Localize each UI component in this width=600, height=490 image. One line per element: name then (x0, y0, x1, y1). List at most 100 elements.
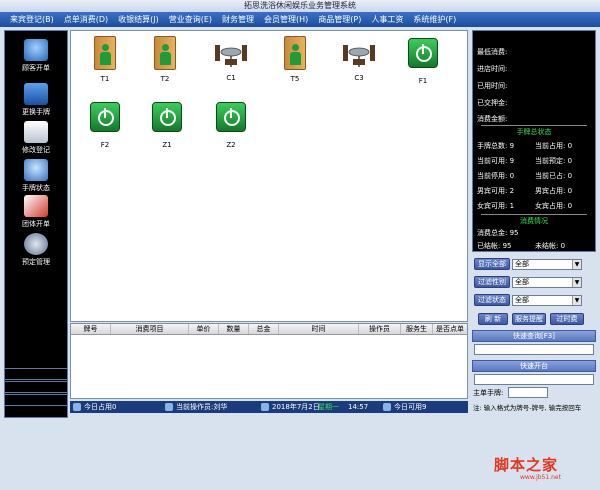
sidebar-label: 修改登记 (22, 146, 50, 154)
menu-bar: 来宾登记(B) 点单消费(D) 收银结算(J) 营业查询(E) 财务管理 会员管… (0, 12, 600, 27)
sidebar-edit-register[interactable]: 修改登记 (5, 121, 67, 155)
status-time: 14:57 (348, 403, 369, 411)
chevron-down-icon: ▼ (572, 296, 581, 305)
chevron-down-icon: ▼ (572, 278, 581, 287)
consume-total: 消费总金: 95 (477, 229, 519, 237)
watermark-logo: 脚本之家 (494, 456, 559, 474)
edit-register-icon (24, 121, 48, 143)
main-card-input[interactable] (508, 387, 548, 398)
menu-goods[interactable]: 商品管理(P) (314, 14, 365, 25)
show-all-select[interactable]: 全部 ▼ (512, 259, 582, 270)
used-time-label: 已用时间: (477, 82, 508, 90)
globe-icon (73, 403, 81, 411)
door-occupied-icon (154, 36, 176, 70)
consumption-grid[interactable]: 牌号 消费项目 单价 数量 总金 时间 操作员 服务生 是否点单 (70, 323, 468, 399)
reservation-icon (24, 233, 48, 255)
filter-gender-button[interactable]: 过滤性别 (474, 276, 510, 288)
tile-T5[interactable]: T5 (273, 35, 317, 91)
filter-status-button[interactable]: 过滤状态 (474, 294, 510, 306)
show-all-button[interactable]: 显示全部 (474, 258, 510, 270)
sidebar-slot-3 (4, 394, 68, 406)
tile-F1[interactable]: F1 (401, 35, 445, 91)
info-panel: 最低消费: 进店时间: 已用时间: 已交押金: 消费金额: 手牌总状态 手牌总数… (472, 30, 596, 252)
calendar-icon (261, 403, 269, 411)
col-ordered[interactable]: 是否点单 (433, 324, 467, 334)
status-today-used: 今日占用0 (70, 402, 162, 412)
menu-guest-register[interactable]: 来宾登记(B) (6, 14, 58, 25)
quick-open-input[interactable] (474, 374, 594, 385)
tile-label: Z1 (162, 141, 172, 149)
tile-T1[interactable]: T1 (83, 35, 127, 91)
gender-select[interactable]: 全部 ▼ (512, 277, 582, 288)
male-occupied: 男宾占用: 0 (535, 187, 573, 195)
user-icon (165, 403, 173, 411)
sidebar-slot-1 (4, 368, 68, 380)
refresh-button[interactable]: 刷 新 (478, 313, 508, 325)
card-disabled: 当前停用: 0 (477, 172, 515, 180)
menu-checkout[interactable]: 收银结算(J) (114, 14, 163, 25)
tile-F2[interactable]: F2 (83, 99, 127, 155)
card-total: 手牌总数: 9 (477, 142, 515, 150)
service-reminder-button[interactable]: 服务提醒 (512, 313, 546, 325)
input-hint: 注: 输入格式为牌号-牌号, 输完按回车 (473, 404, 582, 412)
menu-member[interactable]: 会员管理(H) (260, 14, 312, 25)
col-operator[interactable]: 操作员 (359, 324, 401, 334)
col-waiter[interactable]: 服务生 (401, 324, 433, 334)
tile-Z1[interactable]: Z1 (145, 99, 189, 155)
status-select[interactable]: 全部 ▼ (512, 295, 582, 306)
overtime-fee-button[interactable]: 过时费 (550, 313, 584, 325)
sidebar-card-swap[interactable]: 更换手牌 (5, 83, 67, 117)
menu-hr-salary[interactable]: 人事工资 (367, 14, 407, 25)
status-bar: 今日占用0 当前操作员:刘华 2018年7月2日 星期一 14:57 今日可用9 (70, 401, 468, 413)
card-taken: 当前已占: 0 (535, 172, 573, 180)
tile-label: C3 (354, 74, 364, 82)
menu-business-query[interactable]: 营业查询(E) (165, 14, 216, 25)
status-operator: 当前操作员:刘华 (162, 402, 258, 412)
home-icon (383, 403, 391, 411)
door-occupied-icon (284, 36, 306, 70)
tile-label: Z2 (226, 141, 236, 149)
consume-unsettled: 未结帐: 0 (535, 242, 566, 250)
card-reserved: 当前预定: 0 (535, 157, 573, 165)
sidebar-group-open[interactable]: 团体开单 (5, 195, 67, 229)
tile-label: C1 (226, 74, 236, 82)
sidebar-label: 团体开单 (22, 220, 50, 228)
col-qty[interactable]: 数量 (219, 324, 249, 334)
sidebar-guest-open[interactable]: 顾客开单 (5, 39, 67, 73)
quick-open-header: 快速开台 (472, 360, 596, 372)
table-chairs-icon (341, 35, 377, 71)
tile-T2[interactable]: T2 (143, 35, 187, 91)
male-available: 男宾可用: 2 (477, 187, 515, 195)
menu-finance[interactable]: 财务管理 (218, 14, 258, 25)
power-icon (408, 38, 438, 68)
tile-Z2[interactable]: Z2 (209, 99, 253, 155)
control-panel: 显示全部 全部 ▼ 过滤性别 全部 ▼ 过滤状态 全部 ▼ 刷 新 服务提醒 过时费 … (472, 254, 596, 414)
female-occupied: 女宾占用: 0 (535, 202, 573, 210)
status-weekday: 星期一 (318, 403, 339, 411)
status-today-available: 今日可用9 (380, 402, 450, 412)
menu-system[interactable]: 系统维护(F) (409, 14, 460, 25)
card-available: 当前可用: 9 (477, 157, 515, 165)
sidebar-reservation[interactable]: 预定管理 (5, 233, 67, 267)
watermark-url: www.jb51.net (520, 474, 561, 481)
col-price[interactable]: 单价 (189, 324, 219, 334)
divider (481, 214, 587, 215)
sidebar: 顾客开单 更换手牌 修改登记 手牌状态 团体开单 预定管理 (4, 30, 68, 418)
menu-order[interactable]: 点单消费(D) (60, 14, 112, 25)
consume-amount-label: 消费金额: (477, 115, 508, 123)
tile-C1[interactable]: C1 (209, 35, 253, 91)
col-total[interactable]: 总金 (249, 324, 279, 334)
card-status-header: 手牌总状态 (516, 128, 552, 136)
divider (481, 125, 587, 126)
col-card-no[interactable]: 牌号 (71, 324, 111, 334)
door-occupied-icon (94, 36, 116, 70)
sidebar-label: 更换手牌 (22, 108, 50, 116)
sidebar-card-status[interactable]: 手牌状态 (5, 159, 67, 193)
tile-label: T1 (100, 75, 110, 83)
col-time[interactable]: 时间 (279, 324, 359, 334)
tile-C3[interactable]: C3 (337, 35, 381, 91)
col-item[interactable]: 消费项目 (111, 324, 189, 334)
quick-query-input[interactable] (474, 344, 594, 355)
tile-label: F2 (100, 141, 110, 149)
sidebar-label: 手牌状态 (22, 184, 50, 192)
